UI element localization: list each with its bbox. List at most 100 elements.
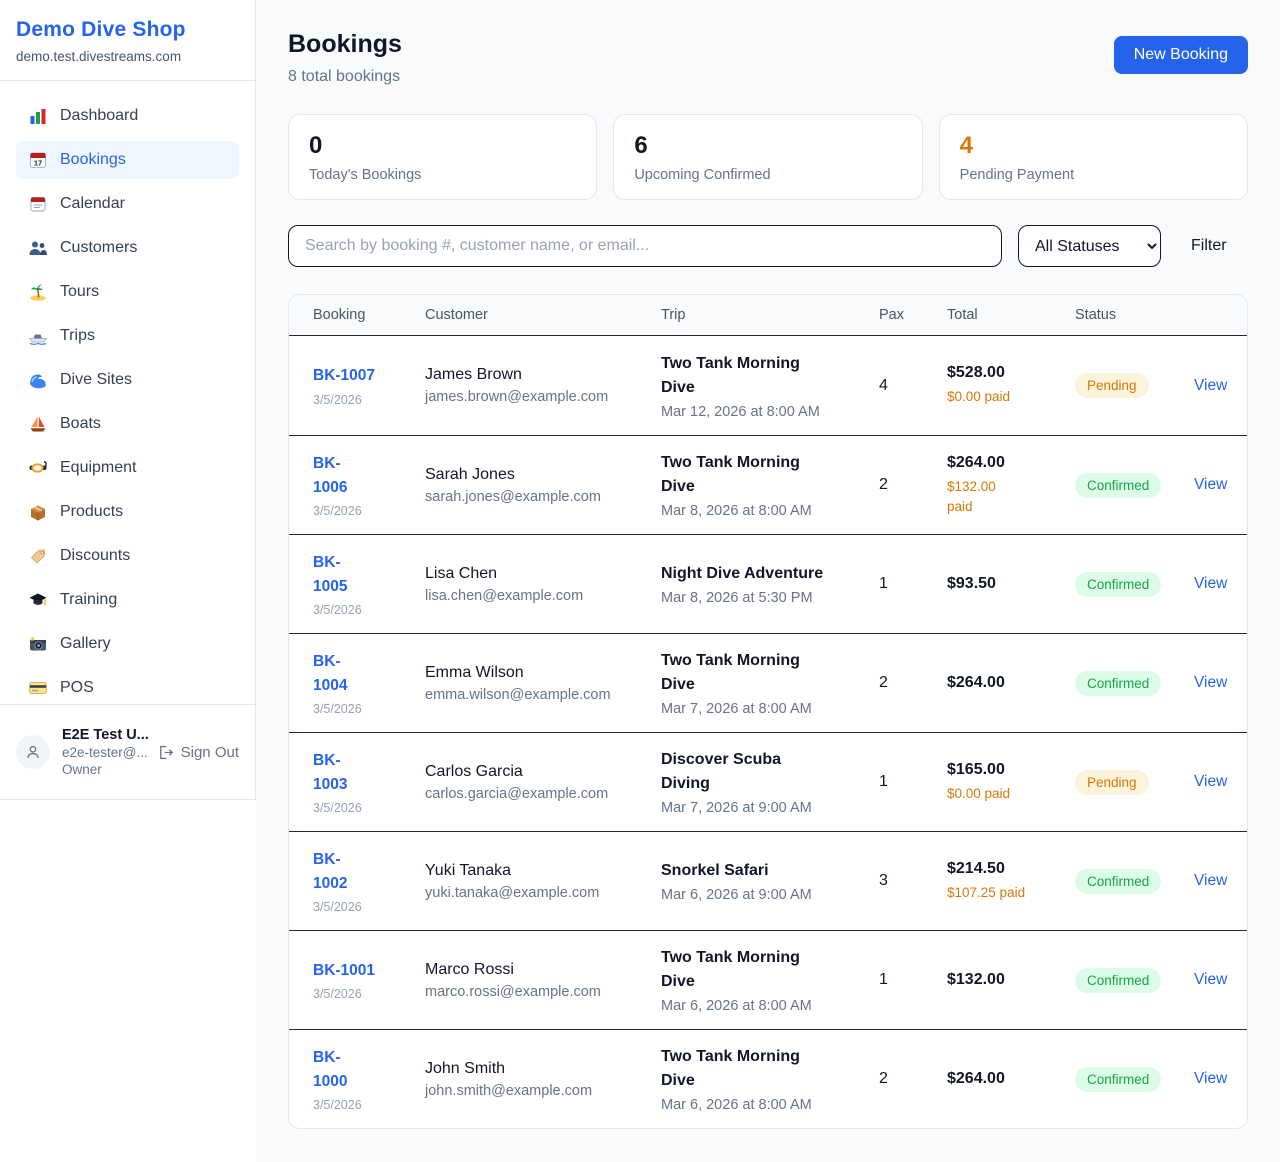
camera-icon [28,634,48,654]
filter-button[interactable]: Filter [1177,237,1241,255]
trip-datetime: Mar 12, 2026 at 8:00 AM [661,404,845,420]
sidebar-item-products[interactable]: Products [16,493,239,531]
column-header-status: Status [1051,295,1170,335]
pax-count: 1 [879,575,913,593]
sign-out-label: Sign Out [181,744,239,761]
sidebar-item-pos[interactable]: POS [16,669,239,707]
paid-amount: $0.00 paid [947,387,1041,407]
search-input[interactable] [288,225,1002,267]
sidebar-item-label: Calendar [60,195,125,213]
booking-number-link[interactable]: BK- 1002 [313,848,391,896]
booking-number-link[interactable]: BK- 1000 [313,1046,391,1094]
sidebar-item-discounts[interactable]: Discounts [16,537,239,575]
sidebar-item-trips[interactable]: Trips [16,317,239,355]
stat-label: Today's Bookings [309,167,576,183]
view-booking-link[interactable]: View [1194,476,1237,494]
trip-datetime: Mar 8, 2026 at 8:00 AM [661,503,845,519]
total-amount: $528.00 [947,364,1041,382]
trip-datetime: Mar 8, 2026 at 5:30 PM [661,590,845,606]
sidebar-user-panel: E2E Test U... e2e-tester@... Owner Sign … [0,704,255,799]
status-select[interactable]: All Statuses [1018,225,1161,267]
sign-out-button[interactable]: Sign Out [157,744,239,761]
sidebar-item-calendar[interactable]: Calendar [16,185,239,223]
trip-name: Night Dive Adventure [661,562,845,586]
main-content: Bookings 8 total bookings New Booking 0 … [256,0,1280,1162]
sidebar-item-equipment[interactable]: Equipment [16,449,239,487]
sidebar-item-dashboard[interactable]: Dashboard [16,97,239,135]
pax-count: 2 [879,674,913,692]
new-booking-button[interactable]: New Booking [1114,36,1248,74]
table-row: BK- 1005 3/5/2026 Lisa Chen lisa.chen@ex… [289,534,1247,633]
view-booking-link[interactable]: View [1194,674,1237,692]
shop-domain: demo.test.divestreams.com [16,49,239,64]
status-badge: Confirmed [1075,671,1161,696]
sidebar-item-label: Training [60,591,117,609]
calendar-icon: 17 [28,150,48,170]
customer-name: Marco Rossi [425,961,627,979]
column-header-total: Total [923,295,1051,335]
stat-value: 4 [960,132,1227,160]
view-booking-link[interactable]: View [1194,377,1237,395]
sidebar-item-boats[interactable]: Boats [16,405,239,443]
booking-date: 3/5/2026 [313,801,391,815]
pax-count: 1 [879,773,913,791]
island-icon [28,282,48,302]
view-booking-link[interactable]: View [1194,575,1237,593]
sidebar-item-bookings[interactable]: 17 Bookings [16,141,239,179]
table-row: BK- 1003 3/5/2026 Carlos Garcia carlos.g… [289,732,1247,831]
booking-date: 3/5/2026 [313,987,391,1001]
view-booking-link[interactable]: View [1194,872,1237,890]
booking-number-link[interactable]: BK- 1004 [313,650,391,698]
sidebar-item-tours[interactable]: Tours [16,273,239,311]
booking-date: 3/5/2026 [313,603,391,617]
table-row: BK-1001 3/5/2026 Marco Rossi marco.rossi… [289,930,1247,1029]
trip-datetime: Mar 6, 2026 at 9:00 AM [661,887,845,903]
customer-email: yuki.tanaka@example.com [425,885,627,901]
booking-number-link[interactable]: BK- 1006 [313,452,391,500]
booking-number-link[interactable]: BK-1007 [313,364,391,388]
booking-number-link[interactable]: BK- 1005 [313,551,391,599]
table-row: BK-1007 3/5/2026 James Brown james.brown… [289,336,1247,435]
customer-email: lisa.chen@example.com [425,588,627,604]
filter-row: All Statuses Filter [288,225,1248,267]
sidebar-item-training[interactable]: Training [16,581,239,619]
page-header: Bookings 8 total bookings New Booking [288,30,1248,86]
customer-name: Lisa Chen [425,565,627,583]
sidebar-item-label: Boats [60,415,101,433]
customer-email: john.smith@example.com [425,1083,627,1099]
sidebar-item-label: Dive Sites [60,371,132,389]
customer-name: John Smith [425,1060,627,1078]
status-badge: Pending [1075,373,1149,398]
total-amount: $93.50 [947,575,1041,593]
pax-count: 1 [879,971,913,989]
sidebar-item-label: Trips [60,327,95,345]
booking-date: 3/5/2026 [313,1098,391,1112]
view-booking-link[interactable]: View [1194,971,1237,989]
sailboat-icon [28,414,48,434]
view-booking-link[interactable]: View [1194,1070,1237,1088]
customer-name: Emma Wilson [425,664,627,682]
total-amount: $132.00 [947,971,1041,989]
column-header-pax: Pax [855,295,923,335]
sidebar-item-gallery[interactable]: Gallery [16,625,239,663]
booking-date: 3/5/2026 [313,702,391,716]
sidebar-item-label: Dashboard [60,107,138,125]
sidebar-item-customers[interactable]: Customers [16,229,239,267]
stat-label: Upcoming Confirmed [634,167,901,183]
credit-card-icon [28,678,48,698]
trip-datetime: Mar 6, 2026 at 8:00 AM [661,1097,845,1113]
status-badge: Confirmed [1075,1067,1161,1092]
package-icon [28,502,48,522]
view-booking-link[interactable]: View [1194,773,1237,791]
sidebar-item-dive-sites[interactable]: Dive Sites [16,361,239,399]
customer-email: james.brown@example.com [425,389,627,405]
stat-card-upcoming-confirmed: 6 Upcoming Confirmed [613,114,922,200]
user-role: Owner [62,762,145,777]
trip-name: Two Tank Morning Dive [661,946,845,994]
sidebar-item-label: Gallery [60,635,111,653]
booking-number-link[interactable]: BK-1001 [313,959,391,983]
stat-value: 0 [309,132,576,160]
booking-date: 3/5/2026 [313,900,391,914]
booking-number-link[interactable]: BK- 1003 [313,749,391,797]
shop-name: Demo Dive Shop [16,18,239,42]
